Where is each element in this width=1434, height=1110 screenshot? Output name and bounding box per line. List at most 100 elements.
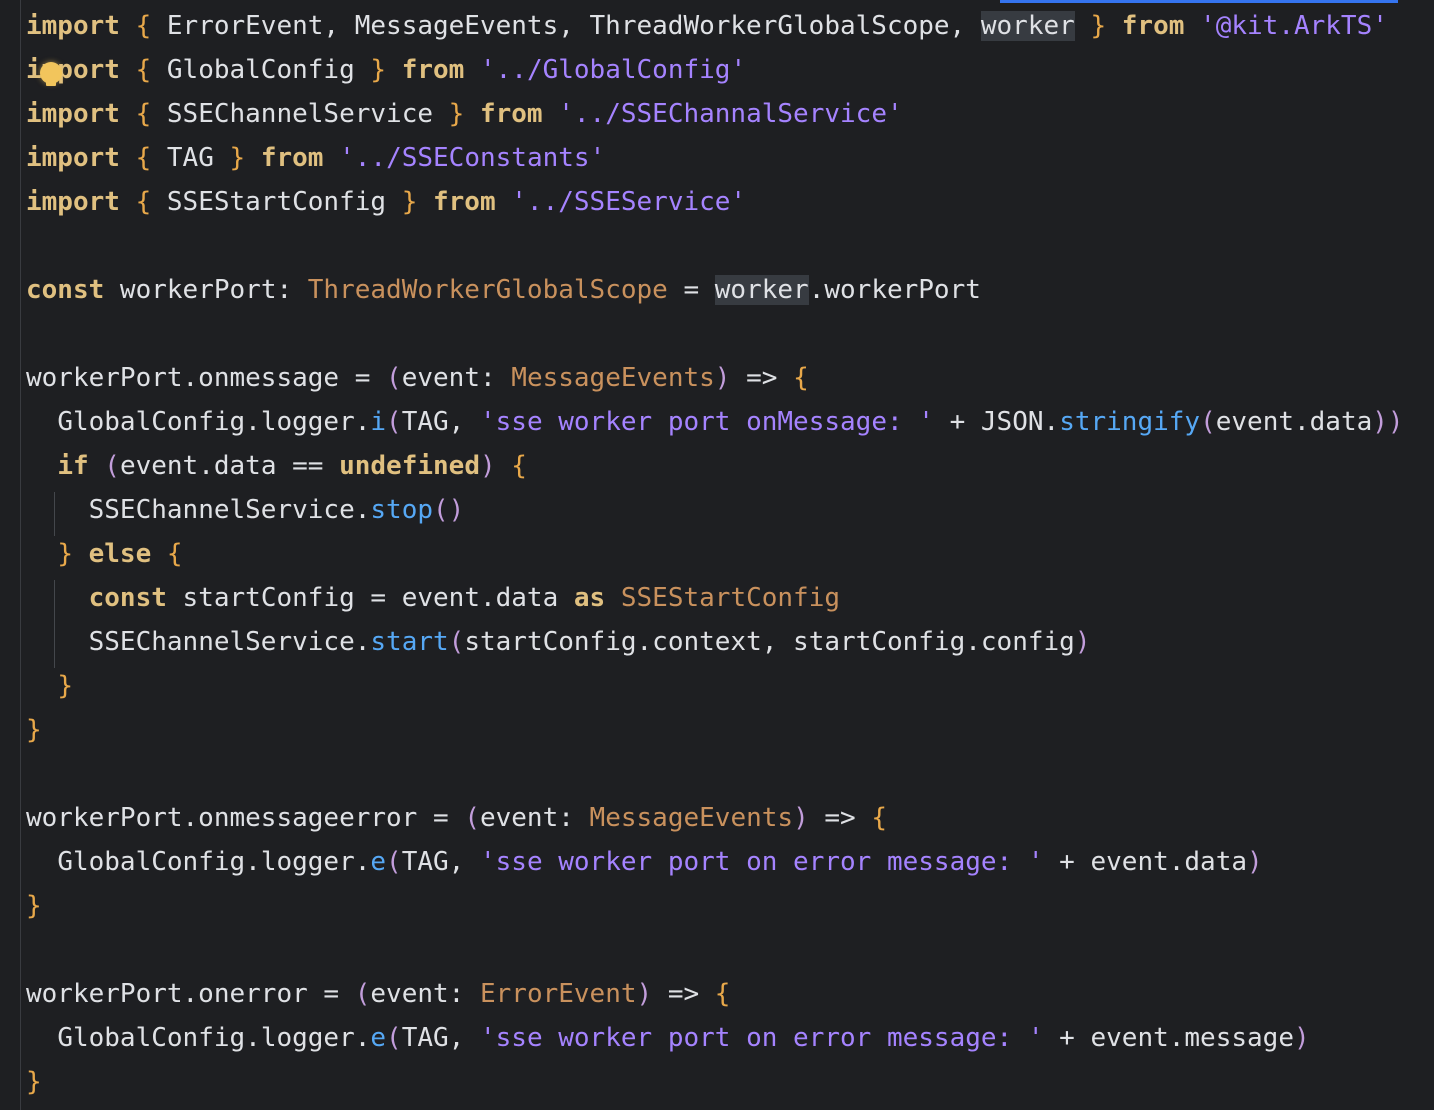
code-line-9[interactable]: workerPort.onmessage = (event: MessageEv… [26, 356, 1434, 400]
keyword: import [26, 143, 120, 173]
brace: } [57, 539, 73, 569]
identifier: GlobalConfig [57, 847, 246, 877]
lightbulb-icon[interactable] [40, 62, 62, 86]
code-editor[interactable]: import { ErrorEvent, MessageEvents, Thre… [26, 4, 1434, 1104]
paren: ( [386, 407, 402, 437]
code-line-17[interactable]: } [26, 708, 1434, 752]
identifier: TAG, [401, 407, 480, 437]
operator: => [652, 979, 715, 1009]
brace: { [135, 11, 152, 41]
type-name: ThreadWorkerGlobalScope [292, 275, 668, 305]
paren: ) [793, 803, 809, 833]
code-line-6[interactable] [26, 224, 1434, 268]
function-call: e [370, 847, 387, 877]
keyword: import [26, 99, 120, 129]
identifier: logger [260, 847, 355, 877]
identifier: logger [260, 407, 355, 437]
code-line-15[interactable]: SSEChannelService.start(startConfig.cont… [26, 620, 1434, 664]
operator: = [339, 363, 387, 393]
code-line-4[interactable]: import { TAG } from '../SSEConstants' [26, 136, 1434, 180]
code-line-13[interactable]: } else { [26, 532, 1434, 576]
punctuation: . [245, 1023, 261, 1053]
string: 'sse worker port on error message: ' [479, 847, 1044, 877]
parameter: event [479, 803, 559, 833]
identifier: TAG, [401, 1023, 480, 1053]
brace: { [135, 187, 152, 217]
paren: ) [479, 451, 496, 481]
operator: + [1043, 847, 1091, 877]
punctuation: : [276, 275, 293, 305]
punctuation: : [448, 979, 465, 1009]
type-name: MessageEvents [573, 803, 794, 833]
code-line-12[interactable]: SSEChannelService.stop() [26, 488, 1434, 532]
brace: } [57, 671, 73, 701]
identifier: startConfig.context, startConfig.config [464, 627, 1075, 657]
keyword: undefined [339, 451, 480, 481]
brace: { [495, 451, 527, 481]
code-line-7[interactable]: const workerPort: ThreadWorkerGlobalScop… [26, 268, 1434, 312]
identifier: SSEStartConfig [151, 187, 402, 217]
code-line-22[interactable] [26, 928, 1434, 972]
paren: ( [88, 451, 120, 481]
identifier-highlight: worker [980, 11, 1075, 41]
brace: } [1090, 11, 1107, 41]
code-line-24[interactable]: GlobalConfig.logger.e(TAG, 'sse worker p… [26, 1016, 1434, 1060]
identifier: workerPort [104, 275, 277, 305]
punctuation: . [354, 1023, 371, 1053]
function-call: stop [370, 495, 434, 525]
code-line-5[interactable]: import { SSEStartConfig } from '../SSESe… [26, 180, 1434, 224]
paren: ( [386, 847, 402, 877]
paren: ) [1074, 627, 1091, 657]
code-line-18[interactable] [26, 752, 1434, 796]
operator: + [1043, 1023, 1091, 1053]
identifier: TAG, [401, 847, 480, 877]
identifier: ErrorEvent, MessageEvents, ThreadWorkerG… [151, 11, 981, 41]
gutter-divider [20, 0, 21, 1110]
keyword: const [88, 583, 167, 613]
brace: } [26, 715, 42, 745]
identifier: event.message [1090, 1023, 1294, 1053]
identifier: workerPort.onerror [26, 979, 308, 1009]
identifier: SSEChannelService [151, 99, 449, 129]
code-line-25[interactable]: } [26, 1060, 1434, 1104]
identifier: GlobalConfig [151, 55, 371, 85]
punctuation: . [354, 495, 371, 525]
code-line-16[interactable]: } [26, 664, 1434, 708]
keyword: else [72, 539, 152, 569]
code-line-2[interactable]: import { GlobalConfig } from '../GlobalC… [26, 48, 1434, 92]
keyword: from [433, 187, 496, 217]
code-line-1[interactable]: import { ErrorEvent, MessageEvents, Thre… [26, 4, 1434, 48]
code-line-3[interactable]: import { SSEChannelService } from '../SS… [26, 92, 1434, 136]
identifier: JSON [980, 407, 1044, 437]
keyword: from [479, 99, 543, 129]
code-line-23[interactable]: workerPort.onerror = (event: ErrorEvent)… [26, 972, 1434, 1016]
keyword: import [26, 187, 120, 217]
brace: { [714, 979, 731, 1009]
operator: = [417, 803, 465, 833]
identifier: logger [260, 1023, 355, 1053]
identifier: event.data == [119, 451, 340, 481]
tab-indicator [1000, 0, 1398, 3]
code-line-21[interactable]: } [26, 884, 1434, 928]
keyword: from [260, 143, 324, 173]
brace: } [26, 891, 42, 921]
keyword: from [1121, 11, 1185, 41]
function-call: e [370, 1023, 387, 1053]
paren: ) [1293, 1023, 1310, 1053]
operator: => [730, 363, 794, 393]
code-line-8[interactable] [26, 312, 1434, 356]
punctuation: . [245, 847, 261, 877]
type-name: ErrorEvent [464, 979, 637, 1009]
paren: ( [464, 803, 480, 833]
identifier: workerPort.onmessageerror [26, 803, 418, 833]
punctuation: . [354, 407, 371, 437]
code-line-14[interactable]: const startConfig = event.data as SSESta… [26, 576, 1434, 620]
code-line-11[interactable]: if (event.data == undefined) { [26, 444, 1434, 488]
code-line-10[interactable]: GlobalConfig.logger.i(TAG, 'sse worker p… [26, 400, 1434, 444]
code-line-20[interactable]: GlobalConfig.logger.e(TAG, 'sse worker p… [26, 840, 1434, 884]
brace: { [871, 803, 887, 833]
brace: } [26, 1067, 42, 1097]
paren: ( [448, 627, 465, 657]
operator: + [933, 407, 981, 437]
code-line-19[interactable]: workerPort.onmessageerror = (event: Mess… [26, 796, 1434, 840]
